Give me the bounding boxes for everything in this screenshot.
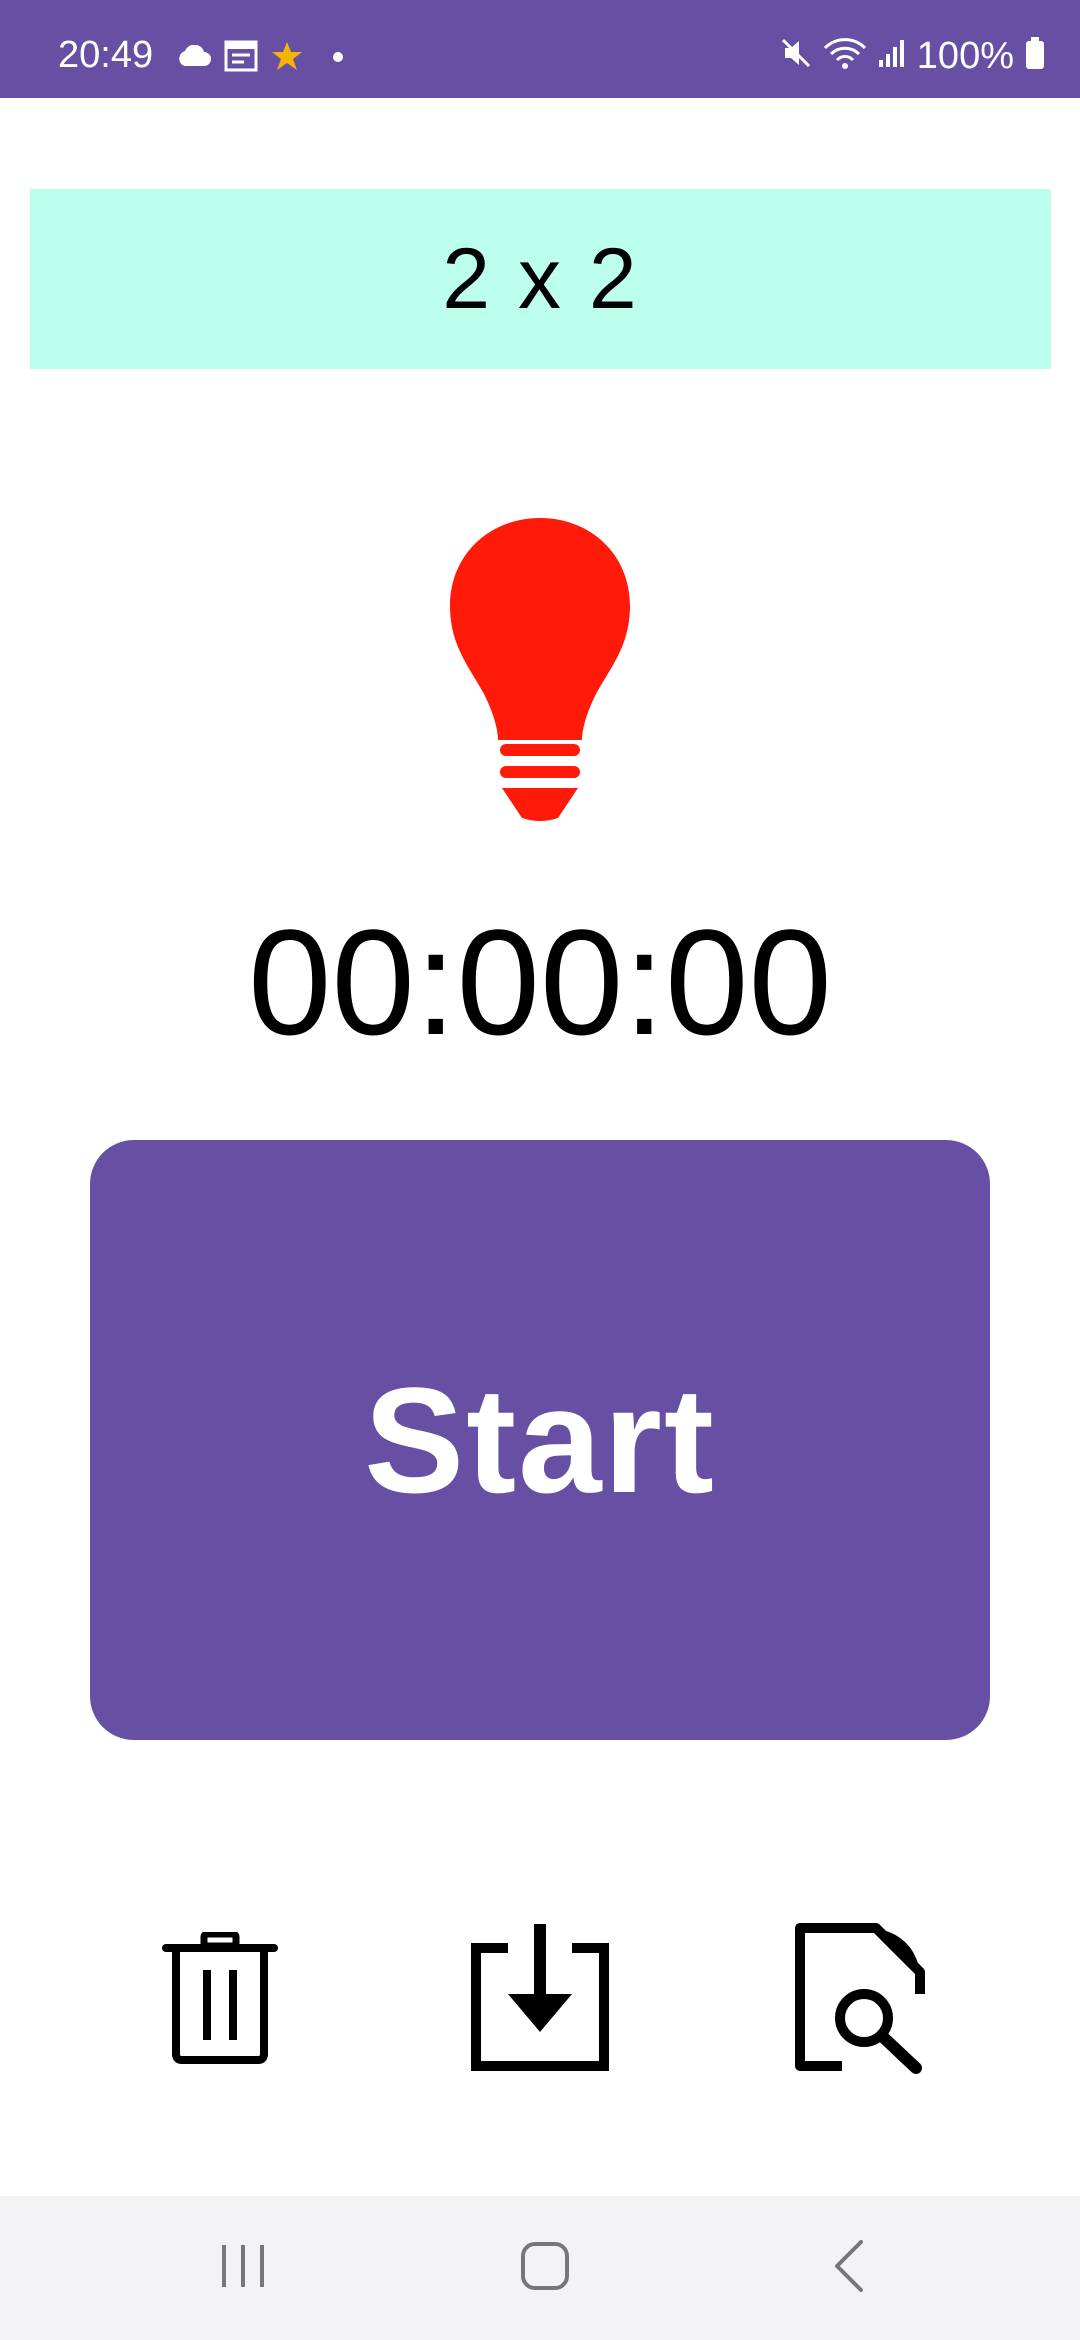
star-icon <box>270 40 304 77</box>
save-download-icon <box>468 1922 612 2079</box>
recents-icon <box>218 2241 268 2296</box>
start-button-label: Start <box>364 1355 716 1524</box>
grid-size-label: 2 x 2 <box>442 230 639 327</box>
wifi-icon <box>823 36 867 75</box>
start-button[interactable]: Start <box>90 1140 990 1740</box>
grid-size-banner: 2 x 2 <box>30 189 1051 369</box>
file-search-icon <box>794 1922 926 2079</box>
status-right-group: 100% <box>779 36 1046 75</box>
status-time: 20:49 <box>58 34 154 76</box>
back-button[interactable] <box>804 2232 894 2304</box>
trash-icon <box>160 1930 280 2069</box>
view-records-button[interactable] <box>780 1920 940 2080</box>
battery-icon <box>1024 36 1046 75</box>
status-left-icons <box>176 40 344 77</box>
home-button[interactable] <box>500 2232 590 2304</box>
recents-button[interactable] <box>198 2232 288 2304</box>
delete-button[interactable] <box>140 1920 300 2080</box>
calendar-icon <box>224 40 258 77</box>
mute-icon <box>779 36 813 75</box>
battery-percentage: 100% <box>916 34 1014 77</box>
lightbulb-icon <box>450 518 630 822</box>
cloud-icon <box>176 44 212 72</box>
status-bar: 20:49 100% <box>0 0 1080 98</box>
timer-display: 00:00:00 <box>248 898 832 1066</box>
back-icon <box>829 2238 869 2299</box>
save-button[interactable] <box>460 1920 620 2080</box>
dot-icon <box>332 50 344 68</box>
system-navigation-bar <box>0 2196 1080 2340</box>
signal-icon <box>877 38 907 73</box>
home-icon <box>520 2241 570 2296</box>
